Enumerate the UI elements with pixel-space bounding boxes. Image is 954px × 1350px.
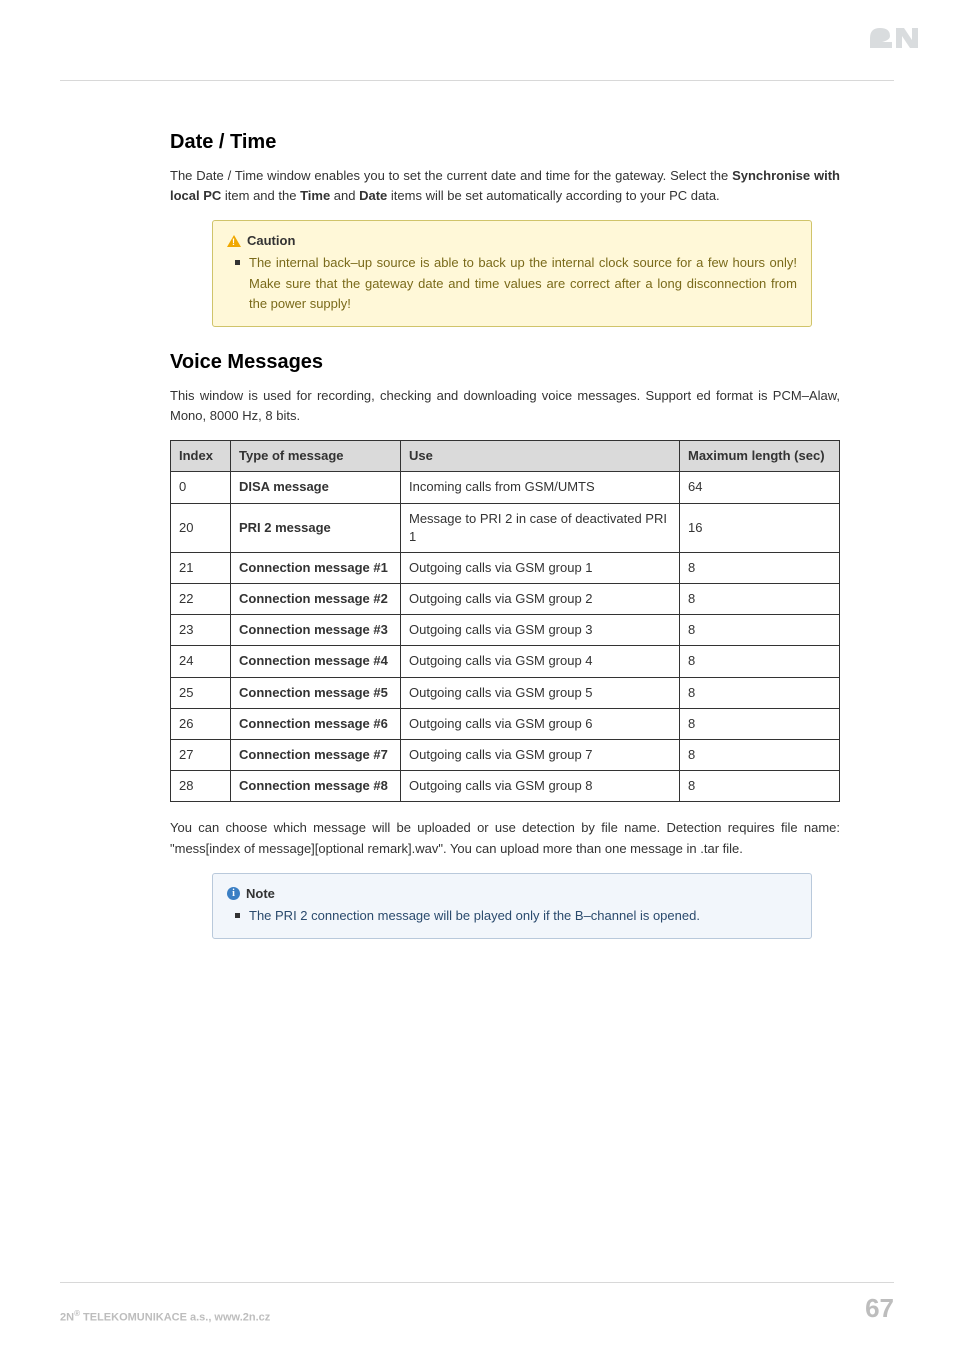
cell-max: 8 xyxy=(680,708,840,739)
footer-brand: 2N xyxy=(60,1312,74,1324)
callout-note-title: i Note xyxy=(227,884,797,904)
table-row: 26Connection message #6Outgoing calls vi… xyxy=(171,708,840,739)
cell-use: Outgoing calls via GSM group 1 xyxy=(401,552,680,583)
cell-type: DISA message xyxy=(231,472,401,503)
cell-use: Message to PRI 2 in case of deactivated … xyxy=(401,503,680,552)
cell-type: Connection message #8 xyxy=(231,771,401,802)
cell-max: 8 xyxy=(680,677,840,708)
cell-max: 8 xyxy=(680,646,840,677)
cell-index: 21 xyxy=(171,552,231,583)
cell-index: 24 xyxy=(171,646,231,677)
cell-type: Connection message #3 xyxy=(231,615,401,646)
table-row: 27Connection message #7Outgoing calls vi… xyxy=(171,740,840,771)
cell-index: 0 xyxy=(171,472,231,503)
cell-type: Connection message #7 xyxy=(231,740,401,771)
table-row: 24Connection message #4Outgoing calls vi… xyxy=(171,646,840,677)
text: item and the xyxy=(221,188,300,203)
cell-use: Outgoing calls via GSM group 8 xyxy=(401,771,680,802)
cell-max: 64 xyxy=(680,472,840,503)
text-bold: Time xyxy=(300,188,330,203)
cell-max: 8 xyxy=(680,740,840,771)
text: and xyxy=(330,188,359,203)
paragraph-voice-messages: This window is used for recording, check… xyxy=(170,386,840,426)
cell-max: 8 xyxy=(680,584,840,615)
cell-use: Outgoing calls via GSM group 6 xyxy=(401,708,680,739)
th-index: Index xyxy=(171,441,231,472)
callout-title-text: Caution xyxy=(247,231,295,251)
info-icon: i xyxy=(227,887,240,900)
footer-company: TELEKOMUNIKACE a.s., www.2n.cz xyxy=(80,1312,270,1324)
cell-use: Outgoing calls via GSM group 7 xyxy=(401,740,680,771)
cell-type: PRI 2 message xyxy=(231,503,401,552)
text: items will be set automatically accordin… xyxy=(387,188,719,203)
cell-index: 23 xyxy=(171,615,231,646)
table-row: 0DISA messageIncoming calls from GSM/UMT… xyxy=(171,472,840,503)
cell-max: 16 xyxy=(680,503,840,552)
cell-index: 26 xyxy=(171,708,231,739)
table-row: 22Connection message #2Outgoing calls vi… xyxy=(171,584,840,615)
cell-index: 20 xyxy=(171,503,231,552)
cell-type: Connection message #4 xyxy=(231,646,401,677)
cell-type: Connection message #6 xyxy=(231,708,401,739)
cell-use: Outgoing calls via GSM group 4 xyxy=(401,646,680,677)
callout-note-text: The PRI 2 connection message will be pla… xyxy=(249,906,797,926)
cell-use: Incoming calls from GSM/UMTS xyxy=(401,472,680,503)
table-row: 28Connection message #8Outgoing calls vi… xyxy=(171,771,840,802)
cell-index: 22 xyxy=(171,584,231,615)
heading-date-time: Date / Time xyxy=(170,131,840,154)
callout-caution: Caution The internal back–up source is a… xyxy=(212,220,812,327)
callout-title-text: Note xyxy=(246,884,275,904)
th-type: Type of message xyxy=(231,441,401,472)
cell-use: Outgoing calls via GSM group 3 xyxy=(401,615,680,646)
table-row: 20PRI 2 messageMessage to PRI 2 in case … xyxy=(171,503,840,552)
caution-icon xyxy=(227,235,241,247)
footer-left: 2N® TELEKOMUNIKACE a.s., www.2n.cz xyxy=(60,1309,270,1324)
table-header-row: Index Type of message Use Maximum length… xyxy=(171,441,840,472)
callout-caution-text: The internal back–up source is able to b… xyxy=(249,253,797,313)
page-footer: 2N® TELEKOMUNIKACE a.s., www.2n.cz 67 xyxy=(60,1282,894,1324)
text-bold: Date xyxy=(359,188,387,203)
cell-max: 8 xyxy=(680,552,840,583)
cell-index: 27 xyxy=(171,740,231,771)
paragraph-date-time: The Date / Time window enables you to se… xyxy=(170,166,840,206)
cell-max: 8 xyxy=(680,771,840,802)
table-row: 23Connection message #3Outgoing calls vi… xyxy=(171,615,840,646)
cell-index: 25 xyxy=(171,677,231,708)
cell-type: Connection message #2 xyxy=(231,584,401,615)
th-max: Maximum length (sec) xyxy=(680,441,840,472)
paragraph-after-table: You can choose which message will be upl… xyxy=(170,818,840,858)
table-row: 25Connection message #5Outgoing calls vi… xyxy=(171,677,840,708)
heading-voice-messages: Voice Messages xyxy=(170,351,840,374)
voice-messages-table: Index Type of message Use Maximum length… xyxy=(170,440,840,802)
table-row: 21Connection message #1Outgoing calls vi… xyxy=(171,552,840,583)
th-use: Use xyxy=(401,441,680,472)
cell-max: 8 xyxy=(680,615,840,646)
callout-note: i Note The PRI 2 connection message will… xyxy=(212,873,812,939)
cell-index: 28 xyxy=(171,771,231,802)
cell-type: Connection message #1 xyxy=(231,552,401,583)
cell-type: Connection message #5 xyxy=(231,677,401,708)
cell-use: Outgoing calls via GSM group 2 xyxy=(401,584,680,615)
cell-use: Outgoing calls via GSM group 5 xyxy=(401,677,680,708)
page-number: 67 xyxy=(865,1293,894,1324)
brand-logo xyxy=(866,18,922,52)
callout-caution-title: Caution xyxy=(227,231,797,251)
text: The Date / Time window enables you to se… xyxy=(170,168,732,183)
